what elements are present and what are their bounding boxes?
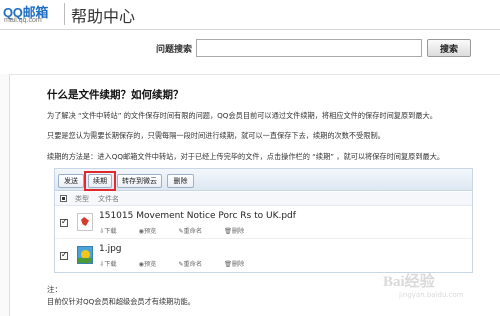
download-link[interactable]: ⇩下载: [99, 228, 127, 235]
save-to-weiyun-button[interactable]: 转存到微云: [117, 174, 162, 188]
download-link[interactable]: ⇩下载: [99, 261, 127, 268]
search-label: 问题搜索: [156, 45, 193, 55]
sidebar: [0, 74, 10, 316]
delete-button[interactable]: 删除: [167, 174, 194, 188]
file-name[interactable]: 151015 Movement Notice Porc Rs to UK.pdf: [99, 211, 296, 221]
rename-link[interactable]: ✎重命名: [178, 261, 212, 268]
file-transfer-screenshot: 发送 续期 转存到微云 删除 类型 文件名 151015 Movement No…: [54, 168, 473, 273]
article-paragraph: 只要是您认为需要长期保存的，只需每隔一段时间进行续期，就可以一直保存下去，续期的…: [47, 131, 385, 140]
page-header: QQ邮箱 mail.qq.com 帮助中心: [0, 0, 500, 30]
file-row[interactable]: 1.jpg ⇩下载 ◉预览 ✎重命名 🗑删除: [55, 240, 472, 272]
header-divider: [64, 3, 65, 25]
column-type: 类型: [75, 195, 89, 203]
file-actions: ⇩下载 ◉预览 ✎重命名 🗑删除: [99, 259, 264, 268]
send-button[interactable]: 发送: [58, 174, 84, 188]
delete-link[interactable]: 🗑删除: [224, 261, 254, 268]
file-list-header: 类型 文件名: [55, 192, 472, 206]
file-checkbox[interactable]: [60, 217, 68, 227]
search-input[interactable]: [196, 39, 422, 57]
qq-mail-logo[interactable]: QQ邮箱 mail.qq.com: [3, 2, 61, 28]
note-label: 注：: [47, 285, 62, 294]
file-checkbox[interactable]: [60, 250, 68, 260]
content-divider: [10, 74, 500, 75]
watermark-url: jingyan.baidu.com: [399, 291, 464, 299]
page-title: 帮助中心: [71, 7, 136, 26]
pdf-file-icon: [77, 213, 93, 231]
highlight-box: [84, 171, 116, 191]
rename-link[interactable]: ✎重命名: [178, 228, 212, 235]
image-file-icon: [77, 246, 93, 264]
note-text: 目前仅针对QQ会员和超级会员才有续期功能。: [47, 297, 195, 306]
article-paragraph: 续期的方法是：进入QQ邮箱文件中转站，对于已经上传完毕的文件，点击操作栏的 “续…: [47, 152, 445, 161]
search-button[interactable]: 搜索: [427, 39, 471, 57]
logo-subtext: mail.qq.com: [4, 17, 42, 24]
article-title: 什么是文件续期？如何续期？: [47, 89, 184, 101]
article-paragraph: 为了解决 “文件中转站” 的文件保存时间有限的问题，QQ会员目前可以通过文件续期…: [47, 111, 437, 120]
delete-link[interactable]: 🗑删除: [224, 228, 254, 235]
file-toolbar: 发送 续期 转存到微云 删除: [55, 169, 472, 191]
watermark-logo: Bai经验: [383, 274, 435, 290]
baidu-jingyan-watermark: Bai经验 jingyan.baidu.com: [383, 270, 493, 310]
column-filename: 文件名: [98, 195, 119, 203]
file-actions: ⇩下载 ◉预览 ✎重命名 🗑删除: [99, 226, 264, 235]
file-name[interactable]: 1.jpg: [99, 244, 122, 254]
select-all-checkbox[interactable]: [60, 195, 67, 202]
preview-link[interactable]: ◉预览: [139, 261, 167, 268]
preview-link[interactable]: ◉预览: [139, 228, 167, 235]
file-row[interactable]: 151015 Movement Notice Porc Rs to UK.pdf…: [55, 207, 472, 239]
